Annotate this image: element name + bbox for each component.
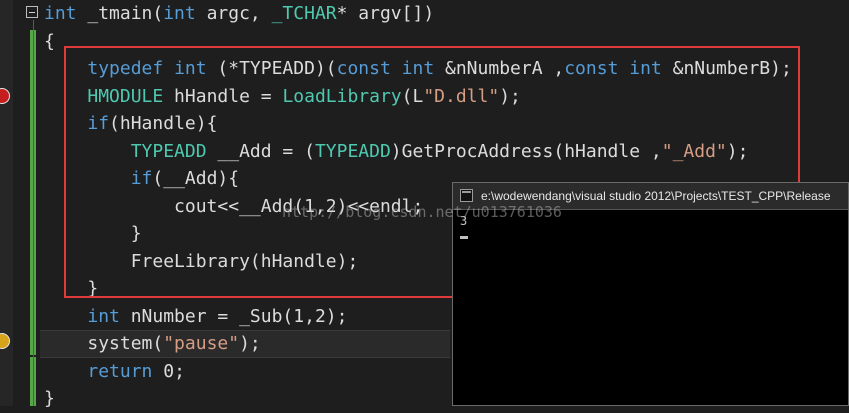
console-icon (460, 189, 473, 202)
code-token: int (163, 3, 196, 24)
breakpoint-margin[interactable] (0, 0, 13, 406)
code-token: * argv[]) (336, 3, 435, 24)
code-token: "pause" (163, 333, 240, 354)
code-line[interactable]: int _tmain(int argc, _TCHAR* argv[]) (44, 0, 792, 28)
code-token: { (44, 30, 55, 52)
outline-guide (33, 20, 34, 406)
console-title: e:\wodewendang\visual studio 2012\Projec… (481, 189, 831, 203)
breakpoint-icon[interactable] (0, 333, 10, 349)
code-token: _TCHAR (271, 3, 337, 24)
watermark: http://blog.csdn.net/u013761036 (282, 203, 562, 221)
change-margin (13, 0, 36, 406)
breakpoint-icon[interactable] (0, 88, 10, 104)
collapse-icon[interactable] (26, 6, 38, 18)
code-token: argc, (195, 3, 272, 24)
code-token: return (87, 360, 153, 382)
code-token: system( (87, 333, 164, 354)
code-token: int (44, 3, 77, 24)
code-token: ); (239, 333, 261, 354)
code-token: int (87, 305, 120, 327)
code-token: _tmain( (76, 3, 164, 24)
console-cursor (460, 236, 468, 239)
code-token: nNumber = _Sub(1,2); (119, 305, 348, 327)
code-token: 0; (152, 360, 185, 382)
